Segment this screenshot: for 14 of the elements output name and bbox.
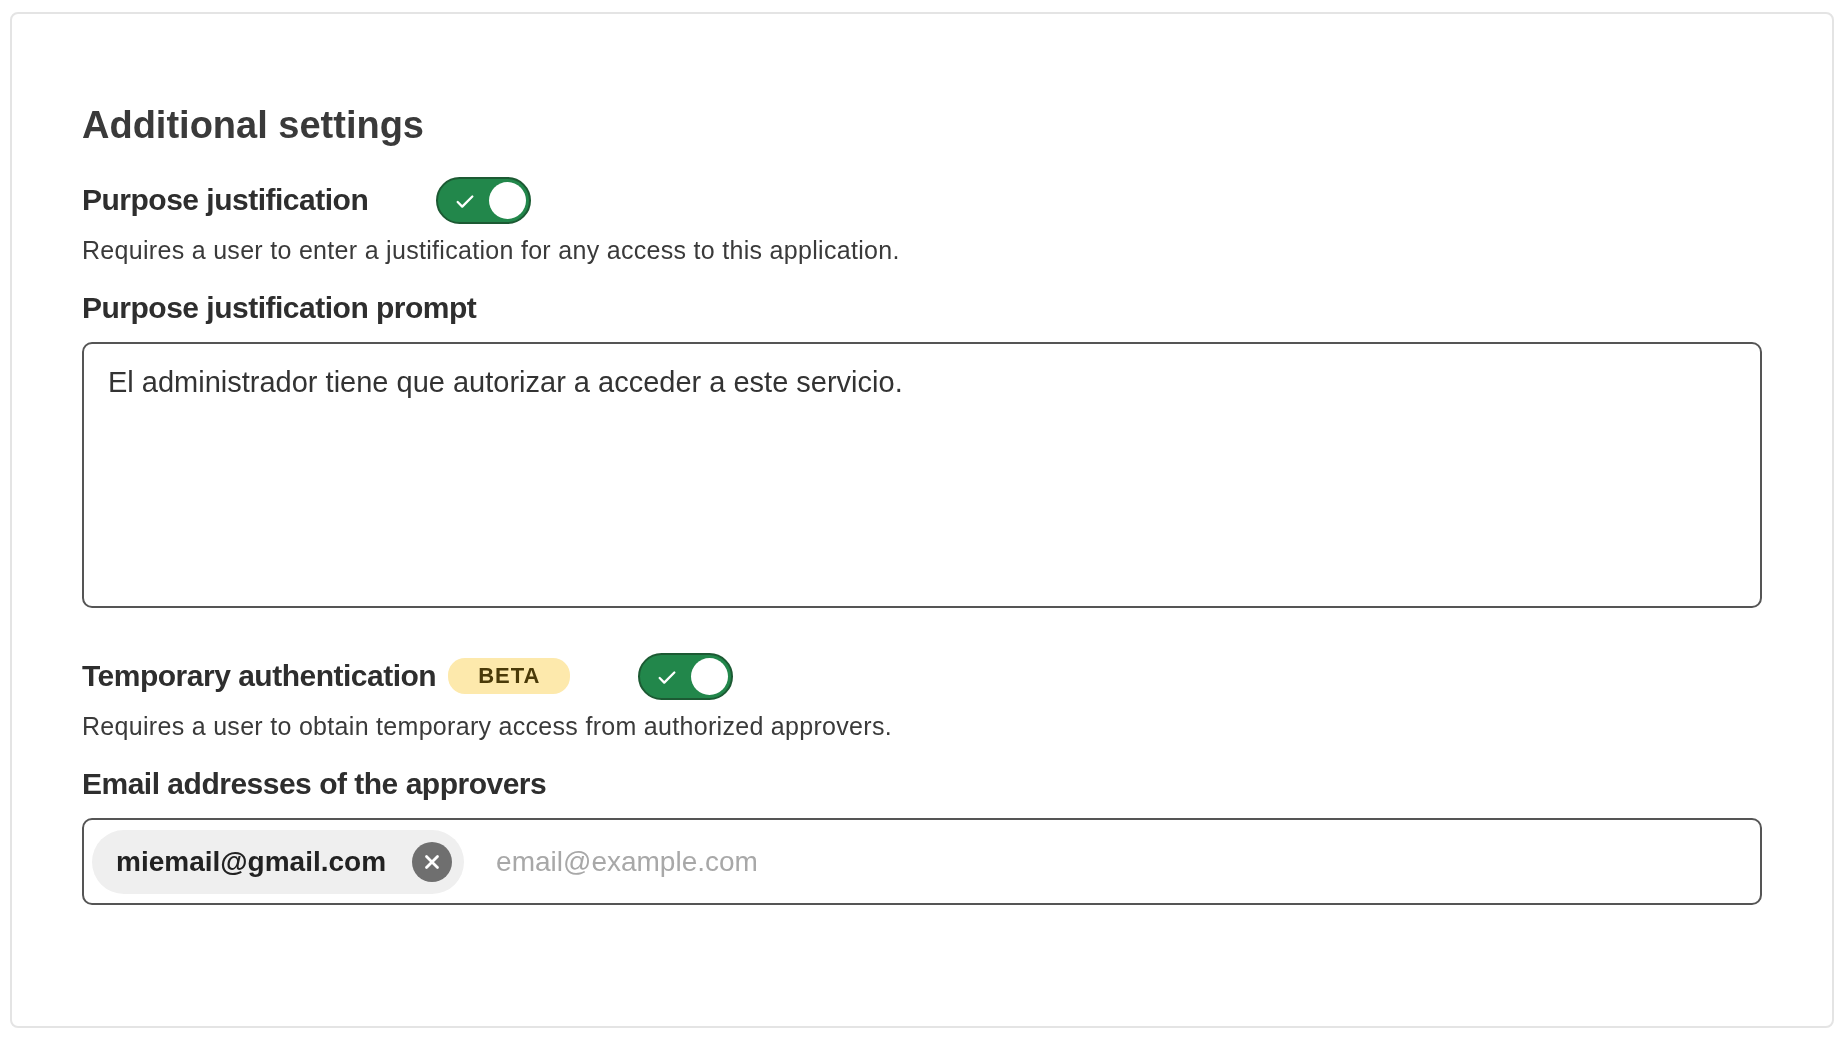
chip-text: miemail@gmail.com — [116, 845, 387, 878]
toggle-switch[interactable] — [436, 176, 532, 224]
setting-description: Requires a user to obtain temporary access from authorized approvers. — [82, 711, 893, 742]
toggle-switch[interactable] — [638, 652, 734, 700]
email-field[interactable]: miemail@gmail.com email@example.com — [82, 818, 1762, 905]
setting-label: Purpose justification — [82, 183, 369, 217]
setting-label: Temporary authentication — [82, 659, 437, 693]
field-label: Purpose justification prompt — [82, 290, 478, 326]
setting-description: Requires a user to enter a justification for any access to this application. — [82, 235, 901, 266]
beta-badge: BETA — [448, 658, 571, 694]
field-label: Email addresses of the approvers — [82, 766, 548, 802]
prompt-textarea[interactable]: El administrador tiene que autorizar a acceder a este servicio. — [82, 342, 1762, 608]
remove-icon[interactable] — [412, 841, 453, 882]
section-title: Additional settings — [82, 103, 425, 148]
